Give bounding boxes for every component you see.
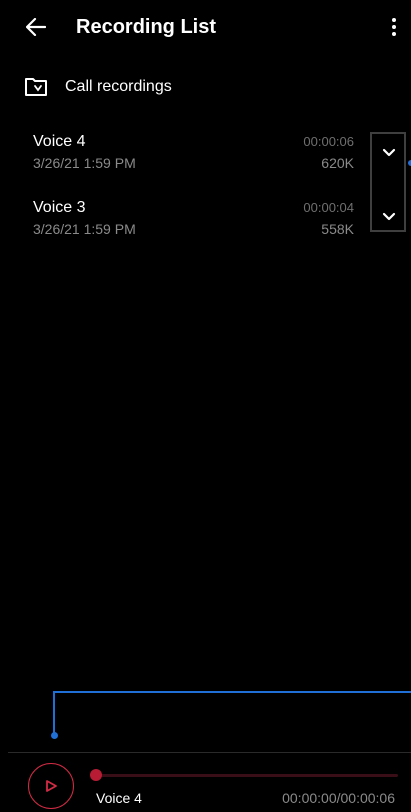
play-button[interactable] [28,763,74,809]
call-recordings-folder[interactable]: Call recordings [8,70,411,106]
chevron-down-icon[interactable] [382,212,396,222]
recording-duration: 00:00:04 [303,200,354,215]
seek-thumb[interactable] [90,769,102,781]
folder-call-icon [25,78,47,96]
playback-time: 00:00:00/00:00:06 [282,790,395,806]
more-options-button[interactable] [385,14,403,40]
seek-bar[interactable] [96,774,398,777]
page-title: Recording List [76,16,217,38]
recording-size: 558K [321,221,354,237]
recording-item[interactable]: Voice 3 3/26/21 1:59 PM 00:00:04 558K [8,198,368,248]
play-icon [46,780,57,792]
mini-player: Voice 4 00:00:00/00:00:06 [8,753,411,812]
recording-size: 620K [321,155,354,171]
recording-date: 3/26/21 1:59 PM [33,221,136,237]
folder-label: Call recordings [65,78,172,95]
recording-name: Voice 3 [33,199,86,216]
chevron-down-icon[interactable] [382,148,396,158]
recording-duration: 00:00:06 [303,134,354,149]
arrow-left-icon [26,18,46,36]
guide-line [53,691,411,693]
more-vertical-icon [392,18,396,22]
recording-item[interactable]: Voice 4 3/26/21 1:59 PM 00:00:06 620K [8,132,368,182]
app-bar: Recording List [8,0,411,54]
guide-dot [51,732,58,739]
guide-line [53,691,55,735]
now-playing-name: Voice 4 [96,790,142,806]
expand-buttons-group [370,132,406,232]
recording-name: Voice 4 [33,133,86,150]
recording-date: 3/26/21 1:59 PM [33,155,136,171]
recording-list-screen: Recording List Call recordings Voice 4 3… [8,0,411,812]
back-button[interactable] [22,14,50,40]
